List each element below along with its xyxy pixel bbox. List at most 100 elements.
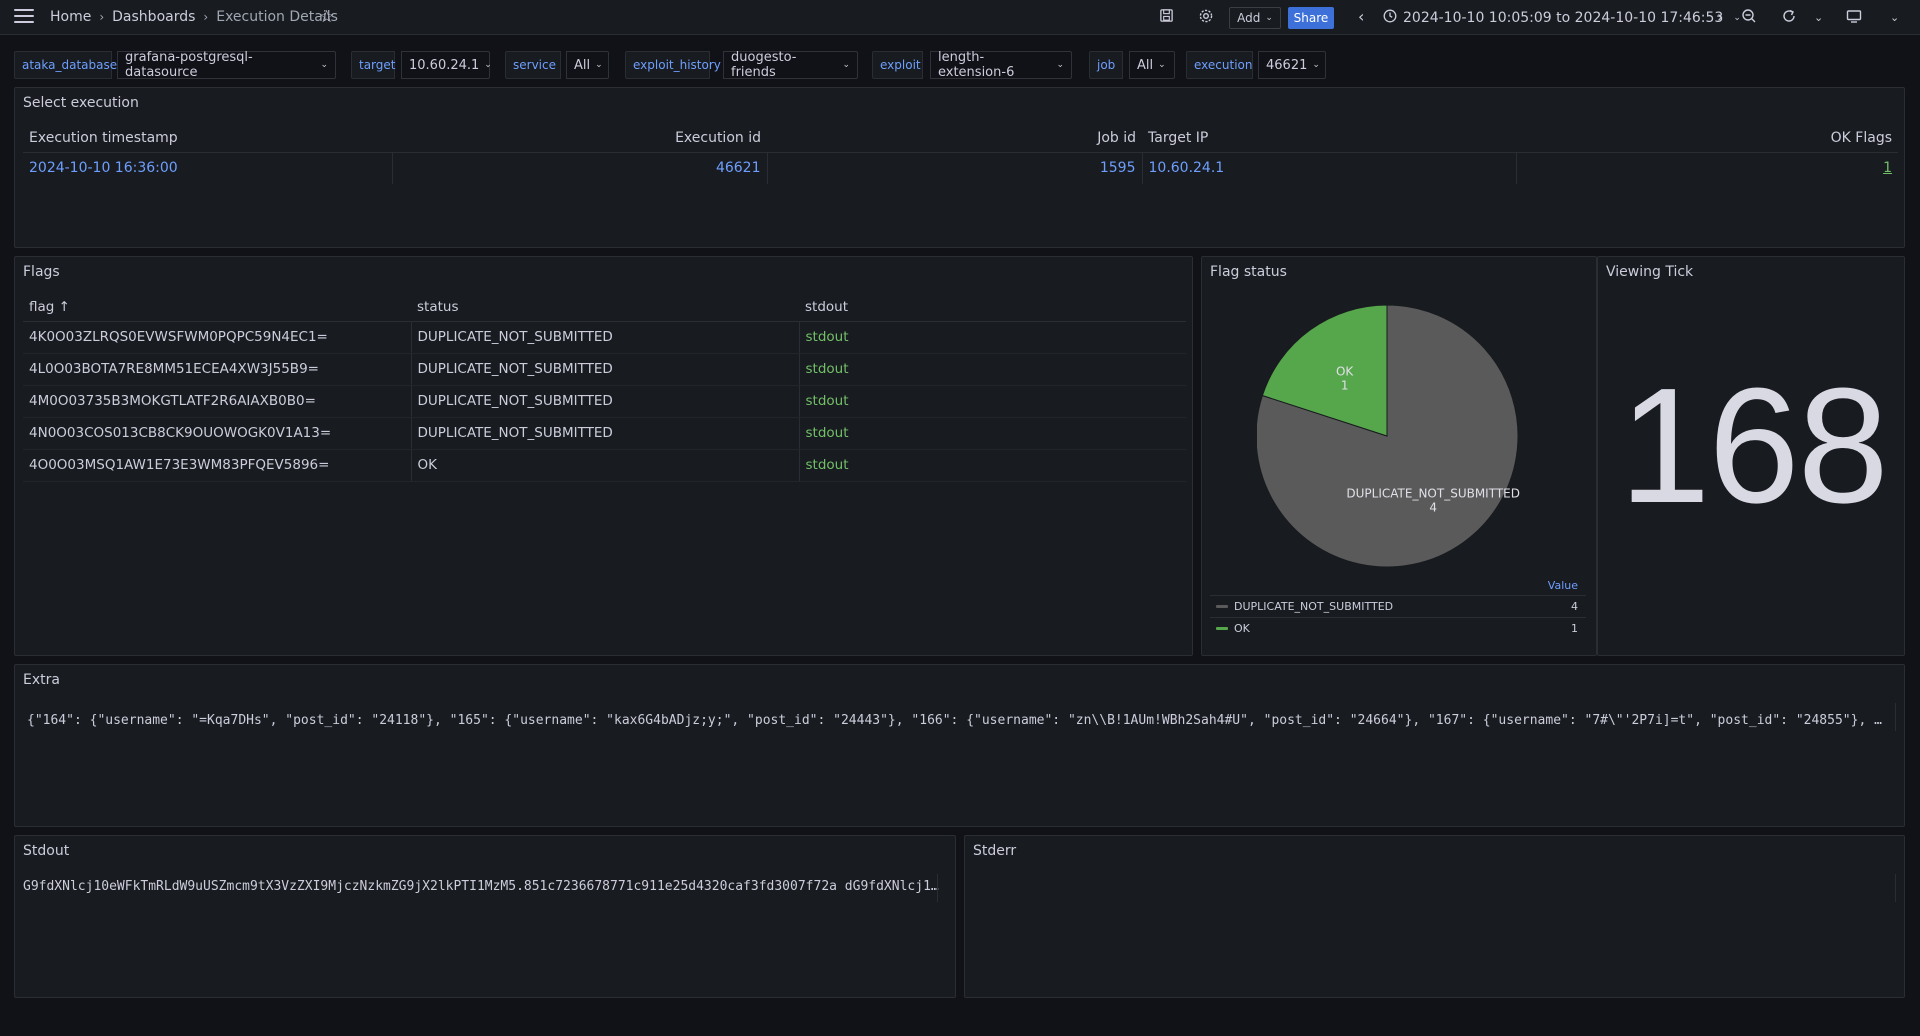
variable-label: exploit_history	[625, 51, 721, 79]
variable-value: 46621	[1266, 57, 1308, 73]
star-icon[interactable]: ☆	[319, 7, 334, 27]
gear-icon[interactable]	[1198, 8, 1214, 28]
ok-flags-link[interactable]: 1	[1516, 152, 1898, 184]
breadcrumb-home[interactable]: Home	[50, 9, 91, 25]
stdout-link[interactable]: stdout	[799, 449, 1186, 482]
time-range-picker[interactable]: 2024-10-10 10:05:09 to 2024-10-10 17:46:…	[1383, 9, 1741, 27]
variable-select-job[interactable]: All ⌄	[1129, 51, 1175, 79]
legend-value: 1	[1571, 622, 1578, 635]
legend-value: 4	[1571, 600, 1578, 613]
legend-item-duplicate[interactable]: DUPLICATE_NOT_SUBMITTED 4	[1210, 595, 1586, 617]
extra-json-text: {"164": {"username": "=Kqa7DHs", "post_i…	[27, 713, 1887, 728]
tv-mode-icon[interactable]	[1846, 8, 1862, 28]
panel-title: Flags	[23, 264, 60, 280]
variable-select-exploit-history[interactable]: duogesto-friends ⌄	[723, 50, 858, 80]
variable-select-ataka-database[interactable]: grafana-postgresql-datasource ⌄	[117, 50, 336, 80]
breadcrumb-dashboards[interactable]: Dashboards	[112, 9, 195, 25]
job-id-link[interactable]: 1595	[767, 152, 1143, 184]
column-header-stdout[interactable]: stdout	[799, 293, 1186, 322]
table-row: 4L0O03BOTA7RE8MM51ECEA4XW3J55B9= DUPLICA…	[23, 353, 1186, 386]
pie-slice-value: 1	[1341, 379, 1349, 393]
table-row: 4O0O03MSQ1AW1E73E3WM83PFQEV5896= OK stdo…	[23, 449, 1186, 482]
chevron-down-icon: ⌄	[1733, 13, 1741, 23]
stdout-text: G9fdXNlcj10eWFkTmRLdW9uUSZmcm9tX3VzZXI9M…	[23, 879, 943, 894]
legend-swatch	[1216, 627, 1228, 630]
refresh-icon[interactable]	[1781, 8, 1797, 28]
chevron-down-icon: ⌄	[484, 60, 492, 70]
chevron-down-icon[interactable]: ⌄	[1814, 11, 1823, 24]
column-header-flag[interactable]: flag ↑	[23, 293, 411, 322]
scrollbar[interactable]	[1895, 874, 1896, 902]
variable-value: grafana-postgresql-datasource	[125, 50, 253, 80]
stdout-link[interactable]: stdout	[799, 353, 1186, 386]
variable-value: duogesto-friends	[731, 50, 797, 80]
save-icon[interactable]	[1159, 8, 1174, 27]
target-ip-link[interactable]: 10.60.24.1	[1142, 152, 1517, 184]
top-navbar: Home › Dashboards › Execution Details ☆ …	[0, 0, 1920, 35]
zoom-out-icon[interactable]	[1741, 8, 1757, 28]
variable-label: execution	[1186, 51, 1253, 79]
variable-label: service	[505, 51, 561, 79]
chevron-left-icon[interactable]: ‹	[1358, 7, 1364, 26]
chevron-down-icon: ⌄	[595, 60, 603, 70]
sort-ascending-icon: ↑	[58, 298, 70, 315]
flag-cell: 4O0O03MSQ1AW1E73E3WM83PFQEV5896=	[23, 449, 412, 482]
table-row: 4K0O03ZLRQS0EVWSFWM0PQPC59N4EC1= DUPLICA…	[23, 321, 1186, 354]
chevron-down-icon[interactable]: ⌄	[1890, 11, 1899, 24]
chevron-down-icon: ⌄	[1312, 60, 1320, 70]
menu-icon[interactable]	[14, 9, 34, 25]
variable-select-service[interactable]: All ⌄	[566, 51, 609, 79]
stdout-link[interactable]: stdout	[799, 385, 1186, 418]
flag-cell: 4M0O03735B3MOKGTLATF2R6AIAXB0B0=	[23, 385, 412, 418]
variable-value: All	[1137, 57, 1154, 73]
flags-table: flag ↑ status stdout 4K0O03ZLRQS0EVWSFWM…	[23, 293, 1186, 482]
stdout-link[interactable]: stdout	[799, 321, 1186, 354]
execution-timestamp-link[interactable]: 2024-10-10 16:36:00	[23, 152, 393, 184]
column-header[interactable]: OK Flags	[1516, 124, 1898, 153]
chevron-right-icon[interactable]: ›	[1717, 7, 1723, 26]
variable-select-execution[interactable]: 46621 ⌄	[1258, 51, 1326, 79]
execution-id-link[interactable]: 46621	[392, 152, 768, 184]
breadcrumb: Home › Dashboards › Execution Details	[50, 9, 338, 25]
add-button-label: Add	[1237, 11, 1261, 25]
panel-title: Select execution	[23, 95, 139, 111]
add-button[interactable]: Add ⌄	[1229, 7, 1281, 29]
clock-icon	[1383, 9, 1397, 27]
pie-chart-svg: DUPLICATE_NOT_SUBMITTED4 OK1	[1255, 304, 1520, 568]
execution-table: Execution timestamp Execution id Job id …	[23, 124, 1898, 184]
table-row: 4N0O03COS013CB8CK9OUOWOGK0V1A13= DUPLICA…	[23, 417, 1186, 450]
variable-value: 10.60.24.1	[409, 57, 480, 73]
column-header[interactable]: Execution id	[392, 124, 767, 153]
chevron-down-icon: ⌄	[1265, 13, 1273, 23]
legend-label: DUPLICATE_NOT_SUBMITTED	[1234, 600, 1394, 613]
pie-chart: DUPLICATE_NOT_SUBMITTED 4 OK 1	[1255, 304, 1537, 579]
column-header-label: flag	[29, 298, 55, 315]
flag-cell: 4N0O03COS013CB8CK9OUOWOGK0V1A13=	[23, 417, 412, 450]
variable-label: target	[351, 51, 396, 79]
variable-value: length-extension-6	[938, 50, 1015, 80]
time-range-label: 2024-10-10 10:05:09 to 2024-10-10 17:46:…	[1403, 10, 1724, 26]
legend-value-header[interactable]: Value	[1548, 579, 1578, 592]
pie-slice-label: OK	[1336, 365, 1354, 379]
stdout-link[interactable]: stdout	[799, 417, 1186, 450]
flags-panel: Flags flag ↑ status stdout 4K0O03ZLRQS0E…	[14, 256, 1193, 656]
column-header[interactable]: Execution timestamp	[23, 124, 392, 153]
legend-item-ok[interactable]: OK 1	[1210, 617, 1586, 639]
chevron-down-icon: ⌄	[1158, 60, 1166, 70]
status-cell: DUPLICATE_NOT_SUBMITTED	[411, 353, 800, 386]
share-button[interactable]: Share	[1288, 7, 1334, 29]
panel-title: Extra	[23, 672, 60, 688]
legend-swatch	[1216, 605, 1228, 608]
status-cell: DUPLICATE_NOT_SUBMITTED	[411, 321, 800, 354]
status-cell: OK	[411, 449, 800, 482]
variable-label: job	[1089, 51, 1123, 79]
column-header[interactable]: Target IP	[1142, 124, 1516, 153]
select-execution-panel: Select execution Execution timestamp Exe…	[14, 87, 1905, 248]
scrollbar[interactable]	[1895, 703, 1896, 731]
variable-select-target[interactable]: 10.60.24.1 ⌄	[401, 51, 492, 79]
column-header-status[interactable]: status	[411, 293, 799, 322]
status-cell: DUPLICATE_NOT_SUBMITTED	[411, 385, 800, 418]
scrollbar[interactable]	[937, 874, 938, 902]
variable-select-exploit[interactable]: length-extension-6 ⌄	[930, 50, 1072, 80]
column-header[interactable]: Job id	[767, 124, 1142, 153]
